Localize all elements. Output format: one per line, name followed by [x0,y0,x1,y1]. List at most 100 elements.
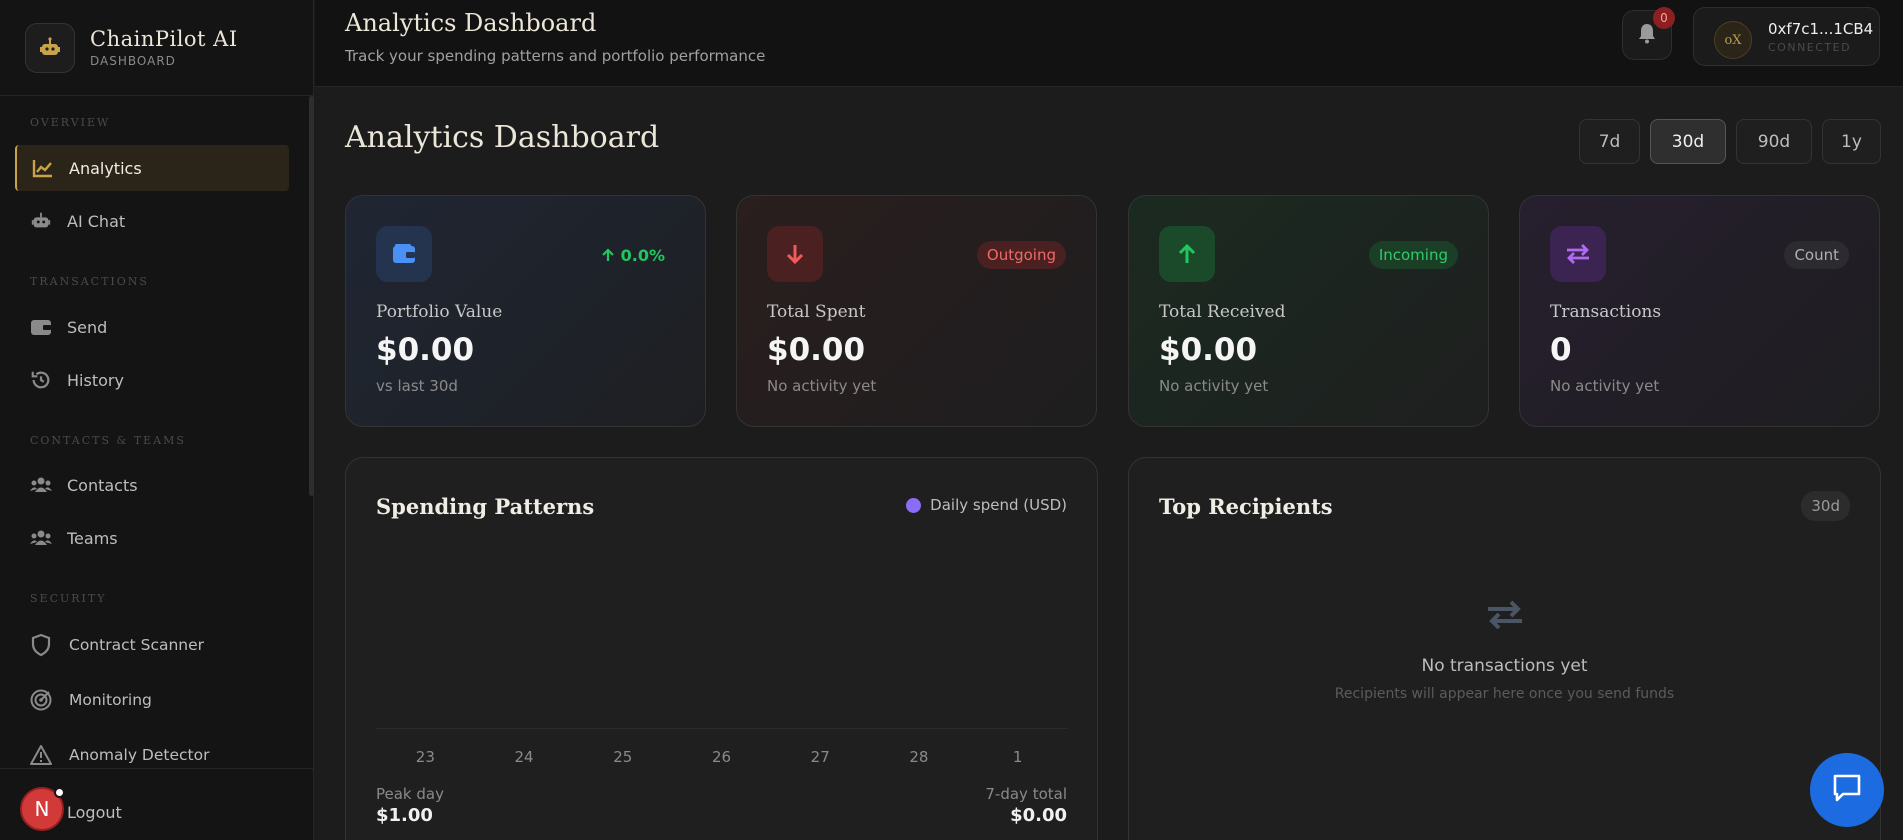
stat-card-portfolio: 0.0% Portfolio Value $0.00 vs last 30d [345,195,706,427]
change-tag: 0.0% [591,241,675,269]
status-badge: Count [1784,241,1849,269]
legend-label: Daily spend (USD) [930,496,1067,514]
card-note: No activity yet [1159,377,1269,395]
sidebar-item-label: Analytics [69,158,142,178]
chart-x-tick: 28 [909,748,929,766]
range-button-90d[interactable]: 90d [1736,119,1812,164]
wallet-address: 0xf7c1...1CB4 [1768,20,1874,38]
sidebar-item-label: Contacts [67,475,138,495]
stat-card-spent: Outgoing Total Spent $0.00 No activity y… [736,195,1097,427]
empty-state-subtitle: Recipients will appear here once you sen… [1334,686,1675,702]
brand-name: ChainPilot AI [90,27,238,51]
sidebar-item-history[interactable]: History [15,357,289,403]
arrow-down-icon [767,226,823,282]
change-value: 0.0% [620,245,665,265]
nav-section-security: SECURITY [30,592,107,605]
total-label: 7-day total [985,785,1067,803]
sidebar-item-label: Anomaly Detector [69,746,210,764]
sidebar-item-contacts[interactable]: Contacts [15,462,289,508]
sidebar-item-label: Contract Scanner [69,636,205,654]
range-button-30d[interactable]: 30d [1650,119,1726,164]
range-badge: 30d [1801,491,1850,521]
range-button-1y[interactable]: 1y [1822,119,1881,164]
nav-section-contacts-teams: CONTACTS & TEAMS [30,434,186,447]
total-value: $0.00 [1010,805,1067,826]
shield-icon [29,633,53,657]
status-badge: Outgoing [976,241,1066,269]
sidebar-item-teams[interactable]: Teams [15,515,289,561]
logout-button[interactable]: Logout [67,803,122,822]
sidebar: ChainPilot AI DASHBOARD OVERVIEW Analyti… [0,0,314,840]
swap-icon [1129,598,1880,632]
chart-line-icon [31,156,55,180]
arrow-up-icon [1159,226,1215,282]
chart-axis-line [376,728,1067,729]
arrow-up-icon [601,248,615,262]
brand-subtitle: DASHBOARD [90,54,176,68]
card-value: $0.00 [767,332,866,368]
peak-day-label: Peak day [376,785,444,803]
wallet-icon [376,226,432,282]
sidebar-item-label: History [67,370,124,390]
card-value: $0.00 [1159,332,1258,368]
legend-dot [906,497,922,513]
sidebar-item-label: AI Chat [67,211,126,231]
card-note: vs last 30d [376,377,458,395]
sidebar-item-analytics[interactable]: Analytics [15,145,289,191]
wallet-button[interactable]: oX 0xf7c1...1CB4 CONNECTED [1693,7,1880,66]
sidebar-item-ai-chat[interactable]: AI Chat [15,198,289,244]
nav-section-transactions: TRANSACTIONS [30,275,149,288]
robot-icon [29,209,53,233]
status-dot [54,787,65,798]
page-header-subtitle: Track your spending patterns and portfol… [345,47,766,65]
card-note: No activity yet [767,377,877,395]
chart-x-tick: 25 [613,748,633,766]
sidebar-item-send[interactable]: Send [15,304,289,350]
peak-day-value: $1.00 [376,805,433,826]
card-label: Total Spent [767,302,866,322]
card-label: Portfolio Value [376,302,503,322]
history-icon [29,368,53,392]
top-recipients-panel: Top Recipients 30d No transactions yet R… [1128,457,1881,840]
status-badge: Incoming [1368,241,1458,269]
card-value: 0 [1550,332,1572,368]
notification-badge: 0 [1653,7,1675,29]
sidebar-item-label: Monitoring [69,691,152,709]
chat-bubble-icon [1831,773,1863,807]
card-label: Transactions [1550,302,1662,322]
bell-icon [1637,22,1657,48]
chart-x-tick: 23 [415,748,435,766]
users-icon [29,526,53,550]
chat-button[interactable] [1810,753,1884,827]
robot-icon [25,22,75,73]
panel-title: Top Recipients [1159,494,1333,519]
chart-legend: Daily spend (USD) [906,496,1067,514]
wallet-icon [29,315,53,339]
chart-x-tick: 24 [514,748,534,766]
page-title: Analytics Dashboard [345,120,660,155]
radar-icon [29,688,53,712]
sidebar-item-contract-scanner[interactable]: Contract Scanner [15,622,289,668]
page-header-title: Analytics Dashboard [345,9,597,37]
wallet-avatar: oX [1714,21,1752,59]
sidebar-scrollbar[interactable] [309,96,314,496]
sidebar-item-label: Teams [67,528,118,548]
chart-x-tick: 26 [711,748,732,766]
warning-icon [29,743,53,767]
sidebar-item-label: Send [67,317,108,337]
card-note: No activity yet [1550,377,1660,395]
wallet-status: CONNECTED [1768,41,1852,54]
stat-card-received: Incoming Total Received $0.00 No activit… [1128,195,1489,427]
range-button-7d[interactable]: 7d [1579,119,1640,164]
spending-patterns-panel: Spending Patterns Daily spend (USD) 23 24… [345,457,1098,840]
topbar: Analytics Dashboard Track your spending … [315,0,1903,87]
nav-section-overview: OVERVIEW [30,116,111,129]
card-label: Total Received [1159,302,1286,322]
card-value: $0.00 [376,332,475,368]
users-icon [29,473,53,497]
stat-card-transactions: Count Transactions 0 No activity yet [1519,195,1880,427]
swap-icon [1550,226,1606,282]
sidebar-footer: N Logout [0,768,314,840]
sidebar-item-monitoring[interactable]: Monitoring [15,677,289,723]
brand[interactable]: ChainPilot AI DASHBOARD [0,0,313,96]
